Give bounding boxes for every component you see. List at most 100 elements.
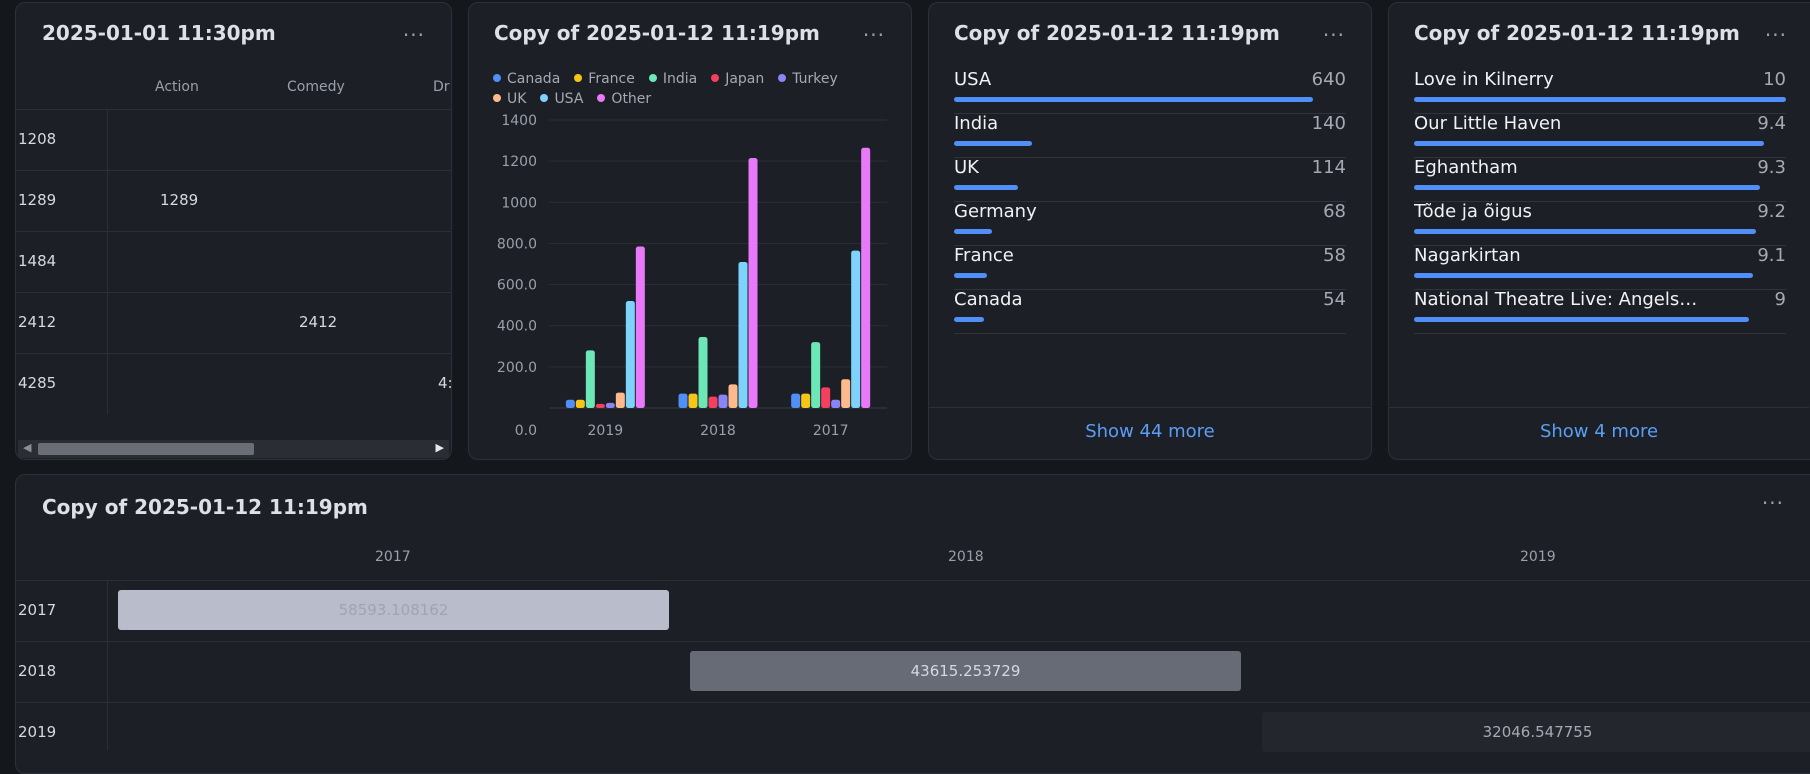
y-tick-label: 1000 (501, 195, 537, 211)
bar-usa (851, 250, 861, 408)
bar-list-bar (954, 273, 987, 278)
bar-list-row[interactable]: Love in Kilnerry 10 (1414, 69, 1786, 114)
heat-cell: 43615.253729 (690, 651, 1241, 691)
bar-list-row[interactable]: Nagarkirtan 9.1 (1414, 245, 1786, 290)
bar-list-value: 9 (1774, 289, 1786, 310)
card-title: Copy of 2025-01-12 11:19pm (954, 21, 1280, 45)
column-header-action: Action (155, 79, 199, 95)
row-header: 2018 (18, 662, 57, 680)
column-header: 2017 (375, 549, 411, 565)
bar-list-bar (1414, 273, 1753, 278)
bar-list-label: Nagarkirtan (1414, 245, 1521, 266)
y-tick-label: 800.0 (497, 236, 537, 252)
bar-list-value: 9.4 (1757, 113, 1786, 134)
bar-list-row[interactable]: National Theatre Live: Angels in Americ.… (1414, 289, 1786, 334)
table-cell: 2412 (299, 313, 338, 331)
bar-list-label: France (954, 245, 1014, 266)
heat-table-card: Copy of 2025-01-12 11:19pm ··· 2017 2018… (15, 474, 1810, 774)
bar-list-value: 9.3 (1757, 157, 1786, 178)
bar-list-label: India (954, 113, 999, 134)
scrollbar-thumb[interactable] (38, 443, 254, 455)
scroll-left-icon[interactable]: ◀ (23, 441, 31, 454)
row-header: 1208 (18, 130, 57, 148)
show-more-button[interactable]: Show 44 more (929, 421, 1371, 442)
column-header: 2019 (1520, 549, 1556, 565)
bar-list-label: Our Little Haven (1414, 113, 1562, 134)
bar-list-row[interactable]: Tõde ja õigus 9.2 (1414, 201, 1786, 246)
bar-japan (821, 387, 831, 408)
bar-list-bar (1414, 97, 1786, 102)
bar-list-bar (1414, 317, 1749, 322)
bar-list-row[interactable]: UK 114 (954, 157, 1346, 202)
bar-japan (595, 403, 605, 408)
bar-list-row[interactable]: USA 640 (954, 69, 1346, 114)
bar-list-value: 640 (1311, 69, 1346, 90)
bar-list-row[interactable]: Eghantham 9.3 (1414, 157, 1786, 202)
table-row: 1208 (16, 109, 451, 171)
y-tick-label: 1200 (501, 154, 537, 170)
x-tick-label: 2017 (813, 423, 849, 439)
show-more-footer: Show 44 more (929, 407, 1371, 459)
bar-france (688, 393, 698, 408)
x-tick-label: 2018 (700, 423, 736, 439)
bar-india (698, 337, 708, 408)
bar-list-bar (1414, 141, 1764, 146)
bar-turkey (605, 402, 615, 408)
bar-list-bar (1414, 185, 1760, 190)
country-list-card: Copy of 2025-01-12 11:19pm ··· USA 640 Ind… (928, 2, 1372, 460)
card-menu-button[interactable]: ··· (1762, 491, 1784, 515)
bar-list-label: Germany (954, 201, 1037, 222)
bar-turkey (718, 394, 728, 408)
heat-cell: 58593.108162 (118, 590, 669, 630)
bar-canada (791, 393, 801, 408)
bar-list-row[interactable]: Canada 54 (954, 289, 1346, 334)
y-tick-label: 1400 (501, 113, 537, 129)
bar-france (575, 399, 585, 408)
bar-other (635, 246, 645, 408)
bar-turkey (831, 399, 841, 408)
bar-uk (728, 384, 738, 408)
table-row: 1289 1289 (16, 170, 451, 232)
bar-list-bar (954, 229, 993, 234)
bar-list-value: 9.1 (1757, 245, 1786, 266)
horizontal-scrollbar[interactable]: ◀ ▶ (18, 440, 449, 458)
bar-list-label: Love in Kilnerry (1414, 69, 1554, 90)
bar-list-bar (1414, 229, 1757, 234)
show-more-button[interactable]: Show 4 more (1389, 421, 1809, 442)
table-row: 4285 4: (16, 353, 451, 415)
row-header: 1289 (18, 191, 57, 209)
table-row: 2412 2412 (16, 292, 451, 354)
bar-list-row[interactable]: Germany 68 (954, 201, 1346, 246)
bar-other (748, 158, 758, 408)
bar-list-label: National Theatre Live: Angels in Americ.… (1414, 289, 1698, 310)
card-menu-button[interactable]: ··· (1323, 23, 1345, 47)
bar-france (801, 393, 811, 408)
bar-list-value: 68 (1323, 201, 1346, 222)
bar-list-value: 114 (1311, 157, 1346, 178)
scroll-right-icon[interactable]: ▶ (436, 441, 444, 454)
bar-canada (565, 399, 575, 408)
x-tick-label: 2019 (588, 423, 624, 439)
table-row: 2019 32046.547755 (16, 702, 1810, 764)
bar-list-row[interactable]: France 58 (954, 245, 1346, 290)
y-tick-label: 0.0 (515, 423, 537, 439)
bar-list-value: 10 (1763, 69, 1786, 90)
bar-japan (708, 396, 718, 408)
card-menu-button[interactable]: ··· (403, 23, 425, 47)
bar-list-row[interactable]: India 140 (954, 113, 1346, 158)
bar-india (585, 350, 595, 408)
movie-bar-list: Love in Kilnerry 10 Our Little Haven 9.4 Egh… (1389, 3, 1810, 403)
bar-other (861, 147, 871, 408)
bar-list-value: 54 (1323, 289, 1346, 310)
table-row: 2018 43615.253729 (16, 641, 1810, 703)
y-tick-label: 600.0 (497, 278, 537, 294)
bar-uk (841, 379, 851, 408)
table-row: 1484 (16, 231, 451, 293)
bar-list-row[interactable]: Our Little Haven 9.4 (1414, 113, 1786, 158)
row-header: 4285 (18, 374, 57, 392)
bar-list-bar (954, 317, 985, 322)
bar-uk (615, 392, 625, 408)
card-title: 2025-01-01 11:30pm (42, 21, 276, 45)
table-cell: 4: (438, 374, 452, 392)
bar-chart: 0.0 200.0 400.0 600.0 800.0 1000 1200 1400 2019 2… (497, 113, 887, 439)
